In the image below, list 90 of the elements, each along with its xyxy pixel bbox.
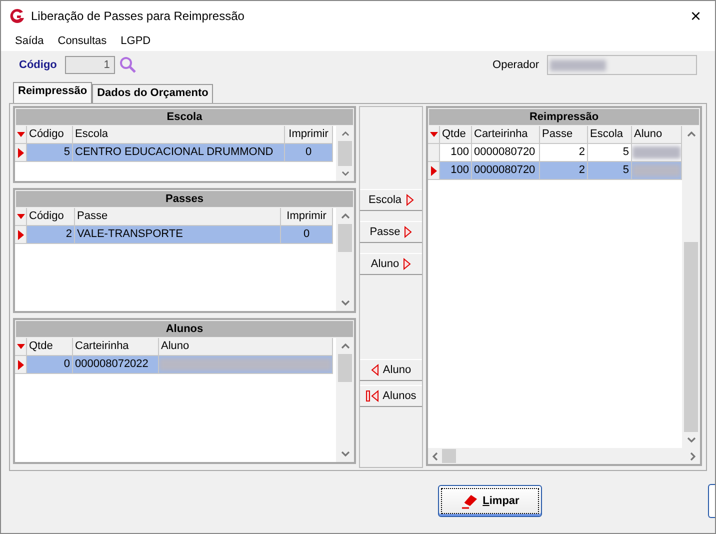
- tab[interactable]: Reimpressão: [13, 82, 92, 103]
- grid-title: Alunos: [15, 320, 354, 338]
- column-header[interactable]: Aluno: [632, 126, 682, 144]
- grid-row[interactable]: 5 CENTRO EDUCACIONAL DRUMMOND 0: [15, 144, 336, 162]
- scrollbar[interactable]: [682, 126, 700, 448]
- column-header[interactable]: Imprimir: [285, 126, 333, 144]
- eraser-icon: [460, 493, 479, 509]
- scroll-left-icon[interactable]: [432, 452, 438, 460]
- table-cell: 5: [588, 162, 632, 180]
- column-header[interactable]: Carteirinha: [472, 126, 540, 144]
- scroll-thumb[interactable]: [338, 354, 352, 382]
- scrollbar[interactable]: [336, 338, 354, 462]
- table-cell: VALE-TRANSPORTE: [75, 226, 281, 244]
- sort-icon: [16, 214, 24, 219]
- current-row-icon: [18, 360, 24, 370]
- scroll-thumb[interactable]: [684, 242, 698, 432]
- grid-title: Escola: [15, 108, 354, 126]
- scroll-thumb[interactable]: [338, 141, 352, 166]
- table-cell: 000008072022: [73, 356, 159, 374]
- left-triangle-icon: [370, 364, 379, 376]
- horizontal-scrollbar[interactable]: [428, 448, 700, 464]
- move-button[interactable]: Passe: [360, 221, 422, 243]
- move-button[interactable]: Alunos: [360, 385, 422, 407]
- current-row-icon: [18, 148, 24, 158]
- table-cell: 0: [285, 144, 333, 162]
- column-header[interactable]: Aluno: [159, 338, 333, 356]
- right-triangle-icon: [403, 258, 412, 270]
- move-button[interactable]: Escola: [360, 189, 422, 211]
- menu-item[interactable]: Consultas: [58, 35, 107, 47]
- window-title: Liberação de Passes para Reimpressão: [31, 9, 246, 23]
- sort-icon: [430, 132, 438, 137]
- menu-item[interactable]: Saída: [15, 35, 44, 47]
- scroll-up-icon[interactable]: [340, 213, 350, 219]
- button-edge[interactable]: [708, 484, 715, 518]
- column-header[interactable]: Carteirinha: [73, 338, 159, 356]
- current-row-icon: [430, 166, 436, 176]
- tab[interactable]: Dados do Orçamento: [92, 84, 214, 103]
- scroll-up-icon[interactable]: [340, 343, 350, 349]
- scroll-down-icon[interactable]: [340, 170, 350, 176]
- current-row-icon: [18, 230, 24, 240]
- grid-row[interactable]: 100 0000080720 2 5: [428, 162, 682, 180]
- right-triangle-icon: [404, 226, 412, 238]
- code-field[interactable]: 1: [64, 56, 115, 74]
- column-header[interactable]: Passe: [540, 126, 588, 144]
- app-logo-icon: [9, 8, 25, 24]
- grid-row[interactable]: 2 VALE-TRANSPORTE 0: [15, 226, 336, 244]
- column-header[interactable]: Imprimir: [281, 208, 333, 226]
- scroll-thumb[interactable]: [442, 449, 456, 463]
- move-button[interactable]: Aluno: [360, 253, 422, 275]
- scrollbar[interactable]: [336, 208, 354, 311]
- scroll-down-icon[interactable]: [686, 437, 696, 443]
- scroll-down-icon[interactable]: [340, 451, 350, 457]
- scrollbar[interactable]: [336, 126, 354, 181]
- scroll-up-icon[interactable]: [340, 131, 350, 136]
- menu-item[interactable]: LGPD: [120, 35, 151, 47]
- table-cell: CENTRO EDUCACIONAL DRUMMOND: [73, 144, 285, 162]
- move-button[interactable]: Aluno: [360, 359, 422, 381]
- table-cell: 2: [27, 226, 75, 244]
- grid-title: Reimpressão: [428, 108, 700, 126]
- blurred-cell: [632, 144, 682, 162]
- grid-title: Passes: [15, 190, 354, 208]
- grid-row[interactable]: 0 000008072022: [15, 356, 336, 374]
- operator-field[interactable]: [547, 55, 697, 75]
- close-button[interactable]: ×: [684, 6, 707, 26]
- column-header[interactable]: Escola: [73, 126, 285, 144]
- column-header[interactable]: Código: [27, 126, 73, 144]
- right-triangle-icon: [406, 194, 414, 206]
- skip-left-icon: [366, 390, 379, 402]
- column-header[interactable]: Código: [27, 208, 75, 226]
- field-label: Código: [19, 59, 57, 71]
- scroll-thumb[interactable]: [338, 224, 352, 252]
- scroll-up-icon[interactable]: [686, 131, 696, 137]
- column-header[interactable]: Qtde: [440, 126, 472, 144]
- blurred-cell: [632, 162, 682, 180]
- table-cell: 0000080720: [472, 162, 540, 180]
- column-header[interactable]: Qtde: [27, 338, 73, 356]
- table-cell: 2: [540, 162, 588, 180]
- sort-icon: [16, 132, 24, 137]
- search-icon[interactable]: [118, 56, 137, 74]
- table-cell: 100: [440, 162, 472, 180]
- clear-button[interactable]: Limpar: [438, 485, 542, 517]
- field-label: Operador: [492, 59, 539, 71]
- table-cell: 5: [27, 144, 73, 162]
- table-cell: 0: [27, 356, 73, 374]
- scroll-down-icon[interactable]: [340, 300, 350, 306]
- table-cell: 0: [281, 226, 333, 244]
- sort-icon: [16, 344, 24, 349]
- column-header[interactable]: Passe: [75, 208, 281, 226]
- scroll-right-icon[interactable]: [690, 452, 696, 460]
- column-header[interactable]: Escola: [588, 126, 632, 144]
